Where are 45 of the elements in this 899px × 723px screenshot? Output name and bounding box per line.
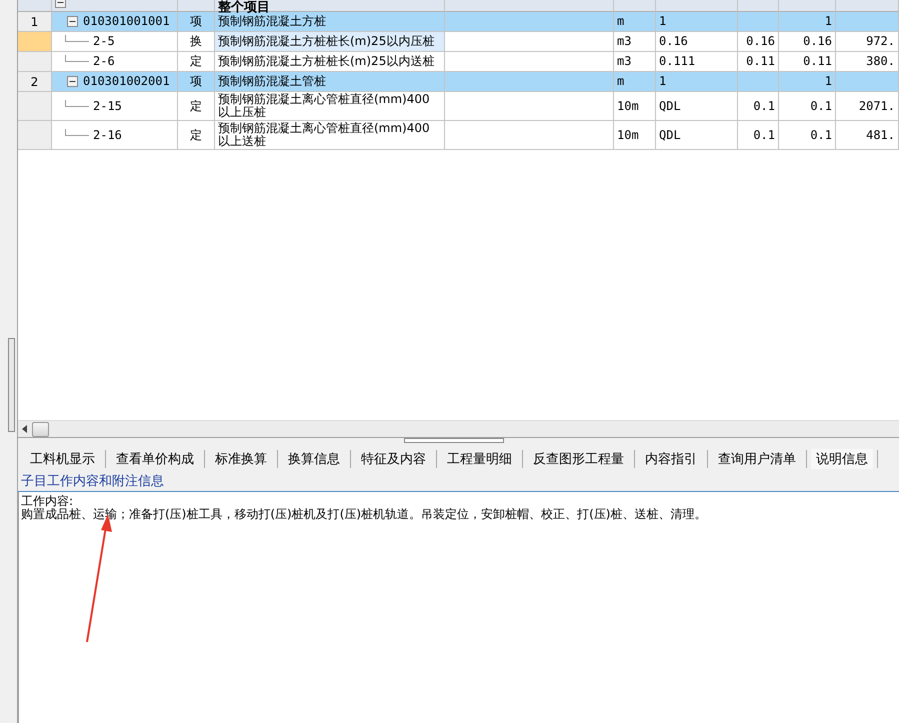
code-text: 010301002001: [83, 75, 170, 88]
row-header-cell[interactable]: [18, 32, 52, 52]
code-text: 2-5: [93, 35, 115, 48]
code-text: 2-16: [93, 128, 122, 142]
panel-title: 子目工作内容和附注信息: [21, 473, 164, 490]
table-cell: 预制钢筋混凝土方桩桩长(m)25以内压桩: [215, 32, 445, 52]
table-cell: QDL: [656, 121, 738, 150]
splitter-handle[interactable]: [404, 438, 504, 443]
table-cell: 0.1: [779, 121, 836, 150]
scroll-thumb[interactable]: [32, 422, 49, 436]
row-header-cell[interactable]: [18, 52, 52, 72]
table-cell: 0.1: [738, 121, 779, 150]
table-cell: 10m: [614, 121, 656, 150]
header-cell: [836, 0, 899, 12]
text-heading: 工作内容:: [21, 495, 74, 508]
tab[interactable]: 标准换算: [209, 448, 273, 470]
scroll-left-icon[interactable]: [22, 425, 28, 433]
collapse-icon[interactable]: [67, 16, 78, 27]
row-header-cell[interactable]: [18, 92, 52, 121]
collapse-icon[interactable]: [67, 76, 78, 87]
horizontal-scrollbar[interactable]: [18, 420, 899, 438]
tab[interactable]: 换算信息: [282, 448, 346, 470]
tab[interactable]: 工料机显示: [24, 448, 101, 470]
tab[interactable]: 查询用户清单: [712, 448, 802, 470]
header-cell: [614, 0, 656, 12]
code-text: 2-15: [93, 100, 122, 112]
code-text: 010301001001: [83, 15, 170, 28]
tab[interactable]: 说明信息: [811, 449, 873, 469]
table-cell: 预制钢筋混凝土离心管桩直径(mm)400以上送桩: [215, 121, 445, 150]
tab[interactable]: 特征及内容: [355, 448, 432, 470]
header-title: 整个项目: [218, 1, 270, 14]
tab[interactable]: 内容指引: [639, 448, 703, 470]
tab[interactable]: 工程量明细: [441, 448, 518, 470]
header-cell: [779, 0, 836, 12]
tab[interactable]: 反查图形工程量: [527, 448, 630, 470]
table-cell: 481.: [836, 121, 899, 150]
table-cell: 定: [178, 121, 215, 150]
row-header-cell[interactable]: [18, 121, 52, 150]
splitter-handle[interactable]: [8, 338, 15, 432]
code-text: 2-6: [93, 55, 115, 68]
collapse-icon[interactable]: [55, 0, 66, 8]
tab[interactable]: 查看单价构成: [110, 448, 200, 470]
row-header-cell[interactable]: 2: [18, 72, 52, 92]
header-cell: [738, 0, 779, 12]
row-header-cell[interactable]: 1: [18, 12, 52, 32]
